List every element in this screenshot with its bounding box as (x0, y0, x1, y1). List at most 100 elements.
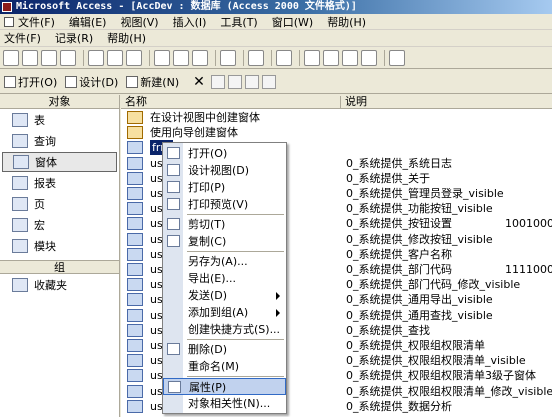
menu-help[interactable]: 帮助(H) (327, 14, 366, 30)
copy-icon[interactable] (173, 49, 189, 66)
menu-item-print[interactable]: 打印(P) (163, 179, 286, 196)
list-item-description: 0_系统提供_权限组权限清单_修改_visible (346, 385, 552, 398)
docmenu-records[interactable]: 记录(R) (55, 30, 93, 46)
column-header-name[interactable]: 名称 (125, 95, 147, 109)
column-header-description[interactable]: 说明 (345, 95, 367, 109)
list-view-icon[interactable] (244, 74, 259, 89)
list-item-description: 0_系统提供_权限组权限清单 (346, 339, 485, 352)
copy-icon (167, 235, 180, 247)
main-menu-bar: 文件(F) 编辑(E) 视图(V) 插入(I) 工具(T) 窗口(W) 帮助(H… (0, 14, 552, 30)
list-item-description: 0_系统提供_部门代码_修改_visible (346, 278, 521, 291)
sidebar-item-reports[interactable]: 报表 (2, 173, 117, 193)
large-icons-icon[interactable] (210, 74, 225, 89)
menu-item-send-to[interactable]: 发送(D) (163, 287, 286, 304)
list-item-description: 0_系统提供_数据分析 (346, 400, 452, 413)
document-icon (4, 16, 14, 27)
toolbar-separator (299, 49, 300, 66)
toolbar-separator (243, 49, 244, 66)
search-icon[interactable] (60, 49, 76, 66)
list-item-description: 0_系统提供_通用导出_visible (346, 293, 493, 306)
form-icon (127, 293, 143, 306)
form-icon (127, 248, 143, 261)
list-item-description: 0_系统提供_系统日志 (346, 157, 452, 170)
menu-item-object-dependencies[interactable]: 对象相关性(N)... (163, 395, 286, 412)
relationships-icon[interactable] (342, 49, 358, 66)
window-title-bar[interactable]: Microsoft Access - [AccDev : 数据库 (Access… (0, 0, 552, 14)
list-item-description: 0_系统提供_权限组权限清单_visible (346, 354, 526, 367)
analyze-icon[interactable] (276, 49, 292, 66)
column-divider[interactable] (340, 96, 341, 108)
menu-window[interactable]: 窗口(W) (272, 14, 313, 30)
menu-item-add-to-group[interactable]: 添加到组(A) (163, 304, 286, 321)
objects-sidebar: 对象 表 查询 窗体 报表 页 宏 模块 组 收藏夹 (0, 95, 120, 417)
menu-item-properties[interactable]: 属性(P) (163, 378, 286, 395)
menu-item-open[interactable]: 打开(O) (163, 145, 286, 162)
open-icon[interactable] (22, 49, 38, 66)
cut-icon (167, 218, 180, 230)
menu-item-copy[interactable]: 复制(C) (163, 233, 286, 250)
docmenu-file[interactable]: 文件(F) (4, 30, 41, 46)
list-item-description: 0_系统提供_功能按钮_visible (346, 202, 493, 215)
window-title: Microsoft Access - [AccDev : 数据库 (Access… (16, 1, 357, 12)
menu-item-delete[interactable]: 删除(D) (163, 341, 286, 358)
menu-item-cut[interactable]: 剪切(T) (163, 216, 286, 233)
open-icon (4, 75, 16, 88)
submenu-arrow-icon (276, 309, 280, 317)
document-menu-bar: 文件(F) 记录(R) 帮助(H) (0, 30, 552, 47)
list-item[interactable]: 在设计视图中创建窗体 (121, 110, 552, 125)
code-icon[interactable] (304, 49, 320, 66)
print-preview-icon[interactable] (107, 49, 123, 66)
paste-icon[interactable] (192, 49, 208, 66)
new-icon[interactable] (3, 49, 19, 66)
list-item-description: 0_系统提供_客户名称 (346, 248, 452, 261)
sidebar-item-pages[interactable]: 页 (2, 194, 117, 214)
menu-view[interactable]: 视图(V) (120, 14, 158, 30)
list-item-description: 0_系统提供_管理员登录_visible (346, 187, 504, 200)
properties-icon[interactable] (323, 49, 339, 66)
new-button[interactable]: 新建(N) (126, 74, 179, 90)
new-object-icon[interactable] (361, 49, 377, 66)
menu-item-create-shortcut[interactable]: 创建快捷方式(S)... (163, 321, 286, 338)
menu-item-save-as[interactable]: 另存为(A)... (163, 253, 286, 270)
help-icon[interactable] (389, 49, 405, 66)
sidebar-item-tables[interactable]: 表 (2, 110, 117, 130)
design-button[interactable]: 设计(D) (65, 74, 118, 90)
sidebar-item-forms[interactable]: 窗体 (2, 152, 117, 172)
open-button[interactable]: 打开(O) (4, 74, 57, 90)
menu-item-design-view[interactable]: 设计视图(D) (163, 162, 286, 179)
menu-item-label: 添加到组(A) (188, 306, 249, 319)
sidebar-item-modules[interactable]: 模块 (2, 236, 117, 256)
menu-item-export[interactable]: 导出(E)... (163, 270, 286, 287)
details-view-icon[interactable] (261, 74, 276, 89)
sidebar-item-favorites[interactable]: 收藏夹 (2, 275, 117, 295)
design-icon (167, 164, 180, 176)
menu-item-label: 发送(D) (188, 289, 228, 302)
sidebar-item-macros[interactable]: 宏 (2, 215, 117, 235)
form-icon (127, 202, 143, 215)
menu-file[interactable]: 文件(F) (18, 14, 55, 30)
office-links-icon[interactable] (248, 49, 264, 66)
menu-item-print-preview[interactable]: 打印预览(V) (163, 196, 286, 213)
form-icon (127, 385, 143, 398)
save-icon[interactable] (41, 49, 57, 66)
table-icon (12, 113, 28, 127)
form-icon (127, 400, 143, 413)
menu-insert[interactable]: 插入(I) (173, 14, 207, 30)
print-icon[interactable] (88, 49, 104, 66)
sidebar-item-label: 页 (34, 198, 45, 211)
undo-icon[interactable] (220, 49, 236, 66)
delete-icon[interactable]: ✕ (193, 74, 205, 90)
menu-item-rename[interactable]: 重命名(M) (163, 358, 286, 375)
menu-tools[interactable]: 工具(T) (220, 14, 257, 30)
list-item[interactable]: 使用向导创建窗体 (121, 125, 552, 140)
groups-header[interactable]: 组 (0, 260, 119, 274)
sidebar-item-queries[interactable]: 查询 (2, 131, 117, 151)
small-icons-icon[interactable] (227, 74, 242, 89)
menu-item-label: 对象相关性(N)... (188, 397, 271, 410)
docmenu-help[interactable]: 帮助(H) (107, 30, 146, 46)
cut-icon[interactable] (154, 49, 170, 66)
spelling-icon[interactable] (126, 49, 142, 66)
sidebar-item-label: 收藏夹 (34, 279, 67, 292)
menu-edit[interactable]: 编辑(E) (69, 14, 107, 30)
toolbar-separator (384, 49, 385, 66)
